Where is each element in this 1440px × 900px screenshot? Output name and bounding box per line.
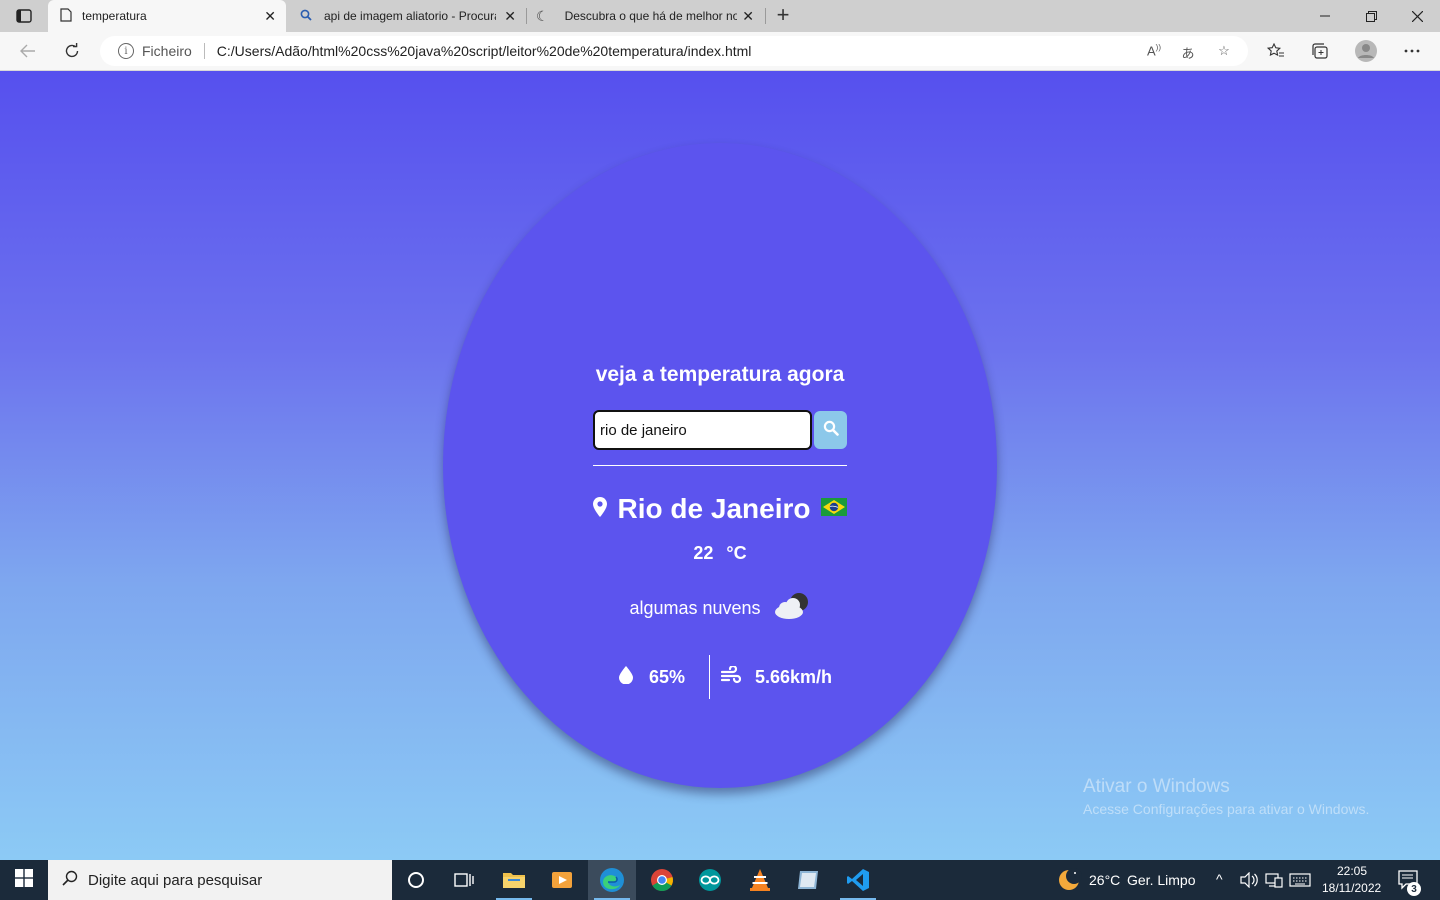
weather-condition[interactable]: Ger. Limpo <box>1127 872 1195 888</box>
city-row: Rio de Janeiro <box>593 493 847 525</box>
details-row: 65% 5.66km/h <box>443 655 997 699</box>
chrome-icon[interactable] <box>638 860 686 900</box>
search-icon <box>823 420 839 441</box>
new-tab-button[interactable]: + <box>770 4 796 28</box>
wind-icon <box>720 664 742 689</box>
tab-separator <box>765 8 766 24</box>
cloudy-night-icon <box>771 591 811 626</box>
scheme-label: Ficheiro <box>142 43 192 59</box>
search-button[interactable] <box>814 411 847 449</box>
show-hidden-icons-icon[interactable]: ^ <box>1216 871 1223 887</box>
watermark-subtitle: Acesse Configurações para ativar o Windo… <box>1083 801 1370 817</box>
browser-toolbar: i Ficheiro C:/Users/Adão/html%20css%20ja… <box>0 32 1440 71</box>
taskbar-search-placeholder: Digite aqui para pesquisar <box>88 871 263 889</box>
tab-title: Descubra o que há de melhor no <box>564 9 737 23</box>
network-icon[interactable] <box>1265 872 1283 893</box>
back-button[interactable] <box>12 36 44 66</box>
wind-detail: 5.66km/h <box>720 655 833 699</box>
weather-temperature[interactable]: 26°C <box>1089 872 1120 888</box>
weather-card: veja a temperatura agora Rio de Janeiro … <box>443 143 997 788</box>
info-icon[interactable]: i <box>118 43 134 59</box>
tab-temperatura[interactable]: temperatura ✕ <box>48 0 286 32</box>
tab-descubra[interactable]: ☾ Descubra o que há de melhor no ✕ <box>528 0 764 32</box>
city-name: Rio de Janeiro <box>617 493 811 524</box>
restore-button[interactable] <box>1348 0 1394 32</box>
cortana-button[interactable] <box>392 860 440 900</box>
weather-tray-icon[interactable] <box>1056 868 1082 897</box>
tab-actions-icon[interactable] <box>8 4 40 28</box>
vscode-icon[interactable] <box>834 860 882 900</box>
task-view-button[interactable] <box>440 860 488 900</box>
collections-icon[interactable] <box>1304 36 1336 66</box>
refresh-button[interactable] <box>56 36 88 66</box>
brazil-flag-icon <box>821 497 847 521</box>
activate-windows-watermark: Ativar o Windows Acesse Configurações pa… <box>1083 776 1369 817</box>
taskbar-search-box[interactable]: Digite aqui para pesquisar <box>48 860 392 900</box>
search-icon <box>300 9 312 24</box>
watermark-title: Ativar o Windows <box>1083 776 1230 797</box>
address-divider <box>203 43 205 59</box>
keyboard-icon[interactable] <box>1289 872 1311 893</box>
search-icon <box>62 870 78 890</box>
add-favorite-icon[interactable]: ☆ <box>1214 43 1234 61</box>
taskbar: Digite aqui para pesquisar 26°C Ger. Lim… <box>0 860 1440 900</box>
notepad-app-icon[interactable] <box>784 860 832 900</box>
close-tab-icon[interactable]: ✕ <box>742 8 754 25</box>
profile-avatar[interactable] <box>1350 36 1382 66</box>
location-pin-icon <box>593 496 607 522</box>
minimize-button[interactable] <box>1302 0 1348 32</box>
clock-date[interactable]: 18/11/2022 <box>1322 881 1381 895</box>
wind-value: 5.66km/h <box>755 666 833 687</box>
address-bar[interactable]: i Ficheiro C:/Users/Adão/html%20css%20ja… <box>100 36 1248 66</box>
tab-title: temperatura <box>82 9 147 23</box>
vlc-icon[interactable] <box>736 860 784 900</box>
media-player-icon[interactable] <box>538 860 586 900</box>
divider-line <box>593 465 847 466</box>
volume-icon[interactable] <box>1240 871 1258 893</box>
more-menu-icon[interactable] <box>1396 36 1428 66</box>
loading-icon: ☾ <box>536 7 549 24</box>
close-tab-icon[interactable]: ✕ <box>264 8 276 25</box>
temperature-value: 22 <box>693 543 714 563</box>
clock-time[interactable]: 22:05 <box>1337 864 1367 878</box>
url-text[interactable]: C:/Users/Adão/html%20css%20java%20script… <box>217 43 752 59</box>
close-tab-icon[interactable]: ✕ <box>504 8 516 25</box>
weather-description: algumas nuvens <box>629 598 761 618</box>
tab-separator <box>526 8 527 24</box>
tab-strip: temperatura ✕ api de imagem aliatorio - … <box>0 0 1440 32</box>
details-separator <box>709 655 710 699</box>
start-button[interactable] <box>0 860 48 900</box>
description-row: algumas nuvens <box>443 591 997 626</box>
windows-logo-icon <box>15 868 33 892</box>
app-title: veja a temperatura agora <box>595 363 845 386</box>
humidity-detail: 65% <box>619 655 685 699</box>
file-explorer-icon[interactable] <box>490 860 538 900</box>
read-aloud-icon[interactable]: A)) <box>1144 43 1164 61</box>
close-window-button[interactable] <box>1394 0 1440 32</box>
humidity-value: 65% <box>649 666 686 687</box>
temperature-row: 22 °C <box>443 543 997 564</box>
favorites-icon[interactable] <box>1260 36 1292 66</box>
tab-title: api de imagem aliatorio - Procurar <box>324 9 496 23</box>
translate-icon[interactable]: あ <box>1178 43 1198 61</box>
notification-count-badge: 3 <box>1407 882 1421 896</box>
arduino-icon[interactable] <box>686 860 734 900</box>
page-icon <box>60 7 72 25</box>
tab-search[interactable]: api de imagem aliatorio - Procurar ✕ <box>290 0 526 32</box>
page-background: veja a temperatura agora Rio de Janeiro … <box>0 71 1440 860</box>
edge-browser-icon[interactable] <box>588 860 636 900</box>
water-drop-icon <box>619 665 633 689</box>
city-search-input[interactable] <box>593 410 812 450</box>
temperature-unit: °C <box>726 543 747 563</box>
